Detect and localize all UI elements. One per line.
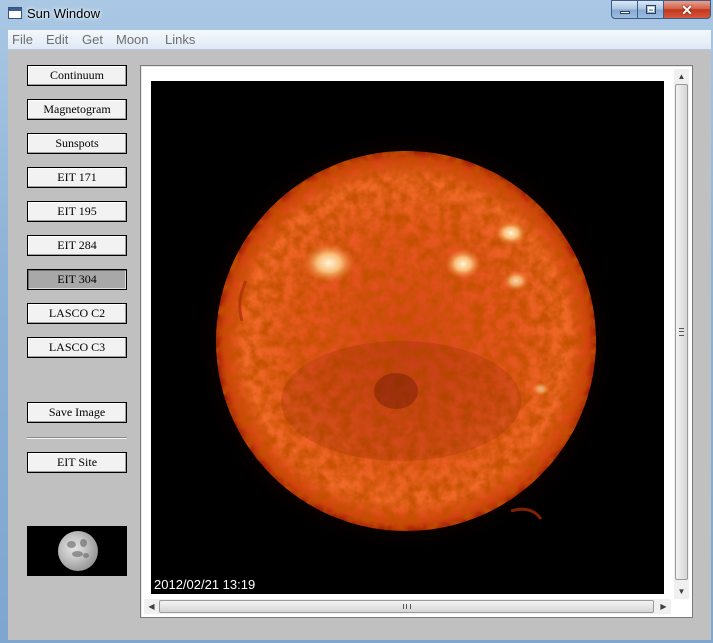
menu-links[interactable]: Links: [165, 32, 195, 47]
title-bar[interactable]: Sun Window ✕: [0, 0, 713, 30]
close-icon: ✕: [681, 2, 693, 18]
sun-window: Sun Window ✕ File Edit Get Moon Links Co…: [0, 0, 713, 643]
minimize-button[interactable]: [611, 0, 638, 19]
grip-icon: [403, 604, 411, 609]
maximize-icon: [646, 5, 656, 14]
caption-buttons: ✕: [611, 0, 711, 20]
close-button[interactable]: ✕: [664, 0, 711, 19]
image-viewer[interactable]: 2012/02/21 13:19 ▲ ▼ ◀ ▶: [140, 65, 693, 618]
eit-171-button[interactable]: EIT 171: [27, 167, 127, 188]
save-image-button[interactable]: Save Image: [27, 402, 127, 423]
minimize-icon: [620, 11, 630, 14]
lasco-c3-button[interactable]: LASCO C3: [27, 337, 127, 358]
main-panel: Continuum Magnetogram Sunspots EIT 171 E…: [8, 50, 711, 640]
vertical-scrollbar[interactable]: ▲ ▼: [674, 69, 689, 599]
horizontal-scrollbar[interactable]: ◀ ▶: [144, 599, 671, 614]
sun-graphic: [151, 81, 664, 594]
eit-195-button[interactable]: EIT 195: [27, 201, 127, 222]
window-title: Sun Window: [27, 6, 100, 21]
menu-edit[interactable]: Edit: [46, 32, 68, 47]
scroll-up-icon[interactable]: ▲: [674, 69, 689, 84]
scroll-down-icon[interactable]: ▼: [674, 584, 689, 599]
eit-304-button[interactable]: EIT 304: [27, 269, 127, 290]
scroll-right-icon[interactable]: ▶: [656, 599, 671, 614]
horizontal-scroll-thumb[interactable]: [159, 600, 654, 613]
menu-file[interactable]: File: [12, 32, 33, 47]
lasco-c2-button[interactable]: LASCO C2: [27, 303, 127, 324]
continuum-button[interactable]: Continuum: [27, 65, 127, 86]
grip-icon: [679, 328, 684, 336]
menu-bar: File Edit Get Moon Links: [8, 30, 711, 50]
sun-image: 2012/02/21 13:19: [151, 81, 664, 594]
separator: [27, 437, 127, 439]
eit-284-button[interactable]: EIT 284: [27, 235, 127, 256]
image-timestamp: 2012/02/21 13:19: [154, 577, 256, 592]
vertical-scroll-thumb[interactable]: [675, 84, 688, 580]
scroll-left-icon[interactable]: ◀: [144, 599, 159, 614]
moon-phase-image[interactable]: [27, 526, 127, 576]
moon-icon: [58, 531, 98, 571]
magnetogram-button[interactable]: Magnetogram: [27, 99, 127, 120]
menu-moon[interactable]: Moon: [116, 32, 149, 47]
eit-site-button[interactable]: EIT Site: [27, 452, 127, 473]
sunspots-button[interactable]: Sunspots: [27, 133, 127, 154]
menu-get[interactable]: Get: [82, 32, 103, 47]
maximize-button[interactable]: [638, 0, 664, 19]
client-area: File Edit Get Moon Links Continuum Magne…: [8, 30, 711, 640]
window-icon[interactable]: [8, 7, 22, 19]
